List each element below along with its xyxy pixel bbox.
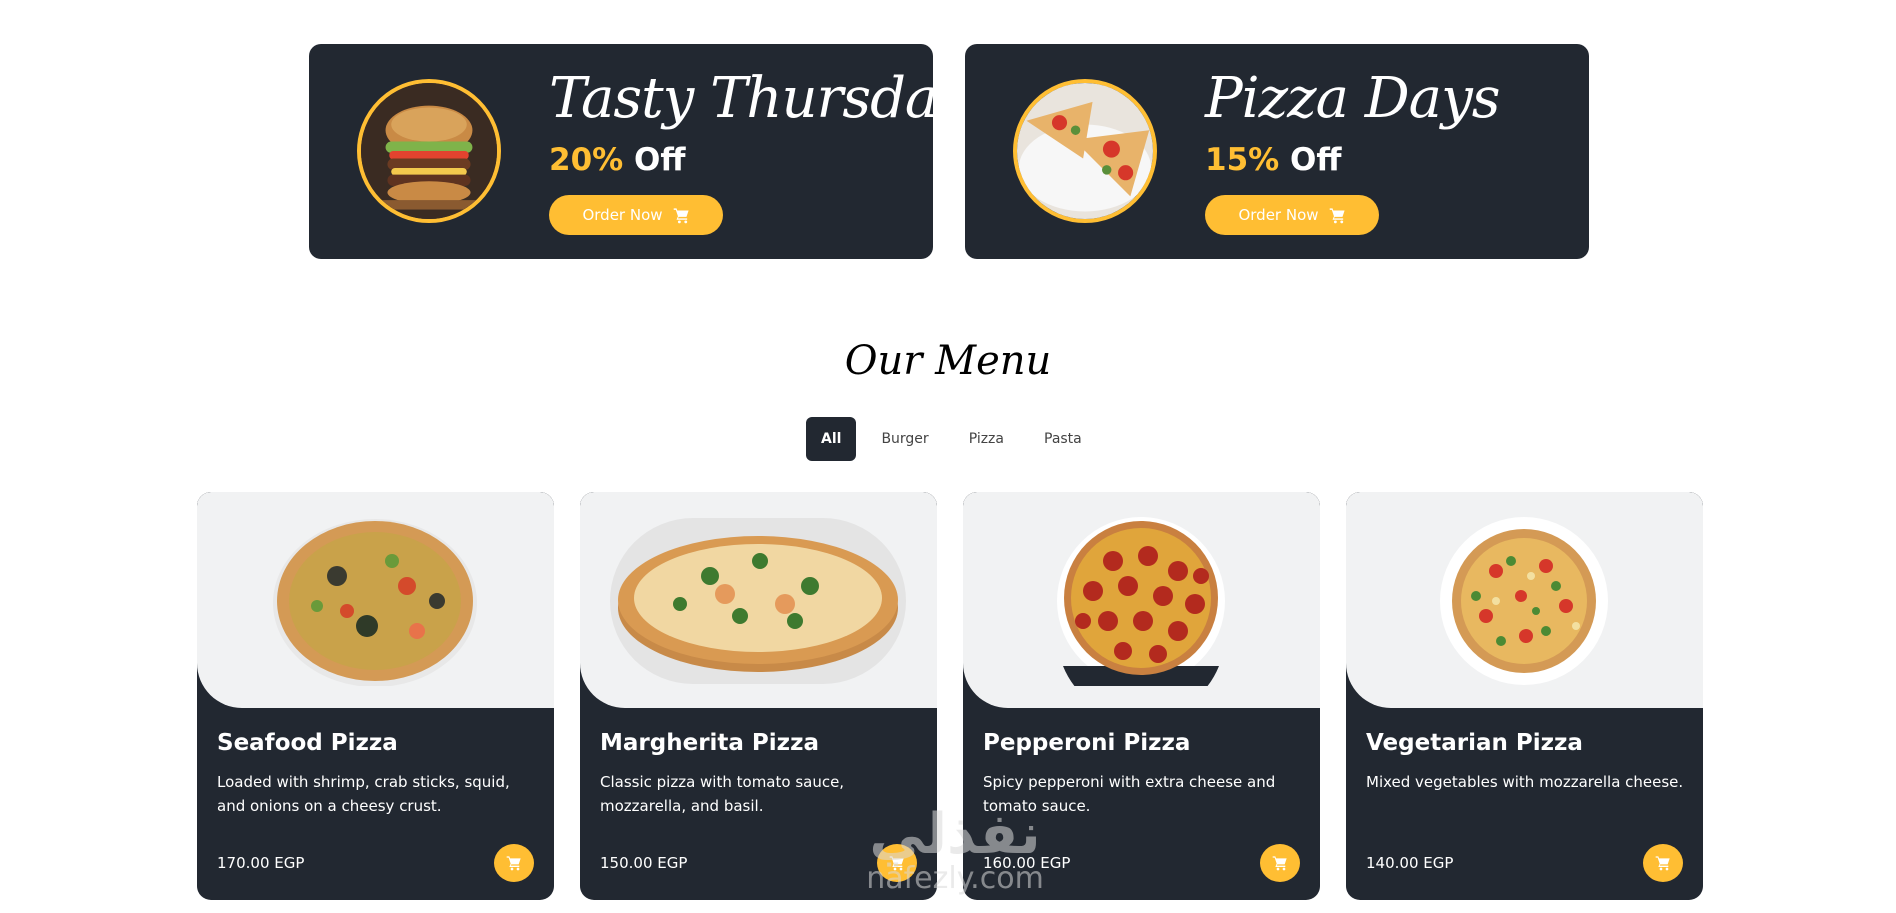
item-description: Loaded with shrimp, crab sticks, squid, … <box>217 773 510 815</box>
offer-card-pizza-days: Pizza Days 15% Off Order Now <box>965 44 1589 259</box>
filter-pasta[interactable]: Pasta <box>1029 417 1097 461</box>
item-description: Mixed vegetables with mozzarella cheese. <box>1366 773 1684 791</box>
add-to-cart-button[interactable] <box>877 844 917 882</box>
item-price: 160.00 EGP <box>983 854 1071 872</box>
menu-item-card: Seafood Pizza Loaded with shrimp, crab s… <box>197 492 554 900</box>
offer-title: Tasty Thursdays <box>549 66 997 131</box>
cart-icon <box>1655 856 1670 871</box>
menu-item-card: Pepperoni Pizza Spicy pepperoni with ext… <box>963 492 1320 900</box>
cart-icon <box>1272 856 1287 871</box>
offer-discount: 20% Off <box>549 142 685 178</box>
offer-percent: 15% <box>1205 142 1280 178</box>
pepperoni-pizza-image <box>963 516 1320 686</box>
offer-card-tasty-thursdays: Tasty Thursdays 20% Off Order Now <box>309 44 997 259</box>
item-description: Spicy pepperoni with extra cheese and to… <box>983 773 1276 815</box>
filter-all[interactable]: All <box>806 417 857 461</box>
add-to-cart-button[interactable] <box>1260 844 1300 882</box>
filter-pizza[interactable]: Pizza <box>954 417 1019 461</box>
margherita-pizza-image <box>580 516 937 686</box>
menu-item-card: Margherita Pizza Classic pizza with toma… <box>580 492 937 900</box>
menu-heading: Our Menu <box>844 338 1052 384</box>
add-to-cart-button[interactable] <box>494 844 534 882</box>
vegetarian-pizza-image <box>1346 516 1703 686</box>
add-to-cart-button[interactable] <box>1643 844 1683 882</box>
offer-percent: 20% <box>549 142 624 178</box>
menu-filters: All Burger Pizza Pasta <box>806 417 1107 461</box>
cart-icon <box>673 207 689 223</box>
item-description: Classic pizza with tomato sauce, mozzare… <box>600 773 845 815</box>
item-name: Vegetarian Pizza <box>1366 730 1583 756</box>
order-now-button[interactable]: Order Now <box>549 195 723 235</box>
offer-suffix: Off <box>1290 142 1342 178</box>
burger-image <box>357 79 501 223</box>
item-name: Pepperoni Pizza <box>983 730 1191 756</box>
item-price: 140.00 EGP <box>1366 854 1454 872</box>
seafood-pizza-image <box>197 516 554 686</box>
menu-item-card: Vegetarian Pizza Mixed vegetables with m… <box>1346 492 1703 900</box>
pizza-slices-image <box>1013 79 1157 223</box>
order-now-button[interactable]: Order Now <box>1205 195 1379 235</box>
cart-icon <box>889 856 904 871</box>
item-name: Margherita Pizza <box>600 730 819 756</box>
item-name: Seafood Pizza <box>217 730 398 756</box>
item-price: 150.00 EGP <box>600 854 688 872</box>
offer-suffix: Off <box>634 142 686 178</box>
order-now-label: Order Now <box>582 206 663 224</box>
offer-title: Pizza Days <box>1205 66 1500 131</box>
offer-discount: 15% Off <box>1205 142 1341 178</box>
order-now-label: Order Now <box>1238 206 1319 224</box>
cart-icon <box>506 856 521 871</box>
filter-burger[interactable]: Burger <box>866 417 943 461</box>
cart-icon <box>1329 207 1345 223</box>
item-price: 170.00 EGP <box>217 854 305 872</box>
